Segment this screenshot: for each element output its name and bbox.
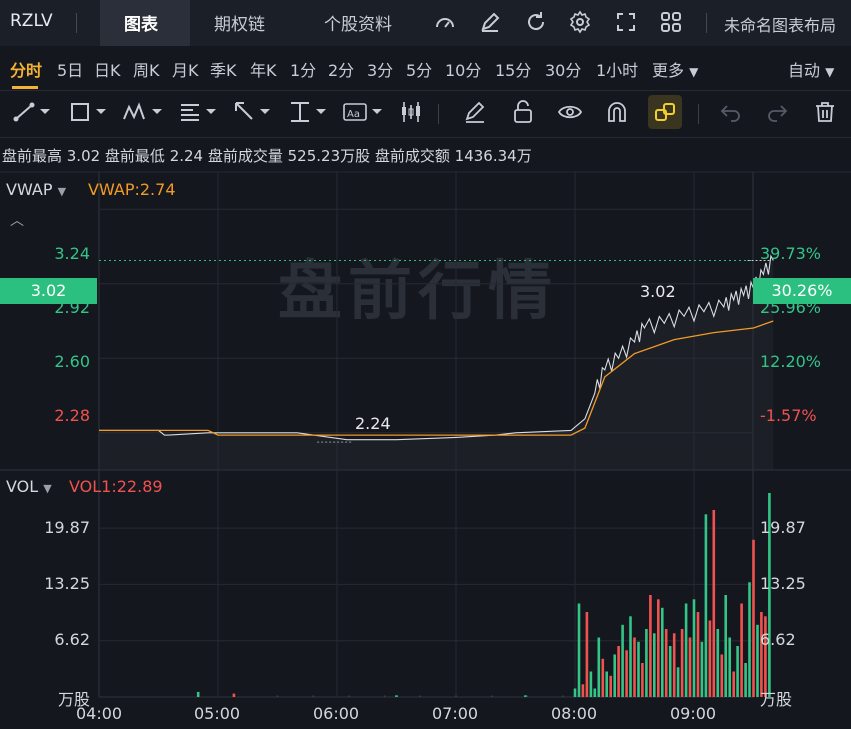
price-volume-chart xyxy=(0,171,851,698)
x-tick-0700: 07:00 xyxy=(432,704,479,723)
pct-tick-1: 39.73% xyxy=(760,244,822,263)
volume-bar xyxy=(196,691,200,697)
x-tick-0800: 08:00 xyxy=(551,704,598,723)
high-label: 3.02 xyxy=(640,282,676,301)
x-tick-0900: 09:00 xyxy=(670,704,717,723)
volume-bar xyxy=(573,688,577,697)
caret-down-icon: ▼ xyxy=(43,482,52,495)
volume-bar xyxy=(601,658,605,698)
vol-tick-2: 13.25 xyxy=(44,574,90,593)
volume-bar xyxy=(621,624,624,698)
volume-bar xyxy=(312,695,314,697)
price-tick-4: 2.28 xyxy=(54,406,90,425)
volume-bar xyxy=(657,599,660,698)
vol-tick-r3: 6.62 xyxy=(760,630,796,649)
volume-bar xyxy=(704,514,708,698)
volume-bar xyxy=(684,603,688,697)
vol-indicator-name[interactable]: VOL ▼ xyxy=(6,477,52,496)
volume-bar xyxy=(653,633,656,698)
volume-bar xyxy=(633,637,636,697)
vol-label: VOL xyxy=(6,477,39,496)
volume-bar xyxy=(696,612,700,697)
volume-bar xyxy=(688,637,692,697)
volume-bar xyxy=(581,684,585,698)
volume-bar xyxy=(676,667,680,698)
volume-bar xyxy=(680,629,684,697)
volume-bar xyxy=(625,650,628,698)
volume-bar xyxy=(589,671,593,697)
vol-tick-3: 6.62 xyxy=(54,630,90,649)
x-tick-0500: 05:00 xyxy=(194,704,241,723)
volume-bar xyxy=(728,637,731,697)
volume-bar xyxy=(712,510,716,697)
x-tick-0400: 04:00 xyxy=(76,704,123,723)
x-tick-0600: 06:00 xyxy=(313,704,360,723)
volume-bar xyxy=(740,603,743,697)
volume-bar xyxy=(613,654,616,697)
volume-bar xyxy=(764,616,767,698)
pct-tick-3: 12.20% xyxy=(760,352,822,371)
volume-bar xyxy=(348,695,350,697)
volume-bar xyxy=(629,616,632,698)
volume-bar xyxy=(593,688,597,697)
volume-bar xyxy=(668,646,672,697)
vol-tick-r2: 13.25 xyxy=(760,574,806,593)
volume-bar xyxy=(661,607,664,698)
low-label: 2.24 xyxy=(355,414,391,433)
volume-bar xyxy=(562,695,564,697)
volume-bar xyxy=(744,663,747,697)
volume-bar xyxy=(605,671,608,697)
price-tick-1: 3.24 xyxy=(54,244,90,263)
vol-tick-r1: 19.87 xyxy=(760,518,806,537)
volume-bar xyxy=(748,582,751,698)
volume-bar xyxy=(649,595,652,697)
vol-tick-1: 19.87 xyxy=(44,518,90,537)
volume-bar xyxy=(490,695,493,697)
volume-bar xyxy=(585,612,589,697)
vol-unit-right: 万股 xyxy=(760,690,793,709)
volume-bar xyxy=(720,654,724,697)
volume-bar xyxy=(752,539,755,698)
volume-bar xyxy=(672,633,676,698)
pct-tick-4: -1.57% xyxy=(760,406,817,425)
volume-bar xyxy=(524,695,527,697)
volume-bar xyxy=(232,693,236,697)
volume-bar xyxy=(609,675,612,698)
volume-bar xyxy=(526,695,529,697)
volume-bar xyxy=(383,695,386,697)
volume-bar xyxy=(756,624,759,698)
vol-value: VOL1:22.89 xyxy=(69,477,163,496)
current-pct-tag: 30.26% xyxy=(753,278,851,304)
volume-bar xyxy=(716,629,720,697)
volume-bar xyxy=(645,629,648,697)
current-price-tag: 3.02 xyxy=(0,278,97,304)
volume-bar xyxy=(637,641,640,698)
volume-bar xyxy=(760,612,763,697)
volume-bar xyxy=(276,695,279,697)
volume-bar xyxy=(419,695,422,697)
volume-bar xyxy=(641,663,644,697)
volume-bar xyxy=(700,641,704,698)
volume-bar xyxy=(692,599,696,698)
volume-bar xyxy=(708,620,712,697)
volume-bar xyxy=(617,646,620,697)
volume-bar xyxy=(455,695,457,697)
volume-bar xyxy=(732,671,735,697)
volume-bar xyxy=(577,603,581,697)
volume-bar xyxy=(664,629,668,697)
price-tick-3: 2.60 xyxy=(54,352,90,371)
volume-bar xyxy=(395,695,398,697)
volume-bar xyxy=(736,646,739,697)
volume-bar xyxy=(724,595,727,697)
volume-bar xyxy=(597,637,601,697)
